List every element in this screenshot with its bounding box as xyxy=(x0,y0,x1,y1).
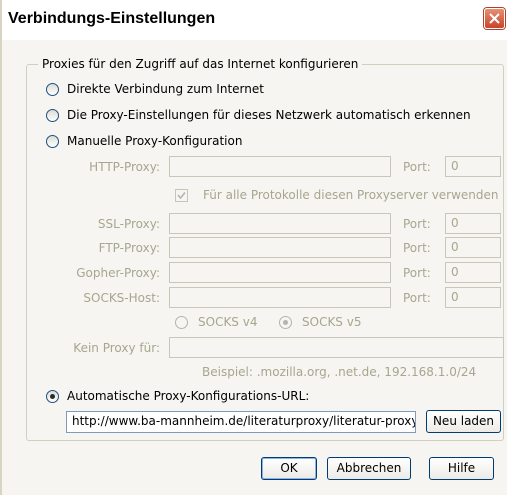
auto-config-url-radio[interactable] xyxy=(46,390,59,403)
title-bar: Verbindungs-Einstellungen xyxy=(2,0,507,40)
ftp-proxy-input[interactable] xyxy=(169,237,391,258)
no-proxy-input[interactable] xyxy=(169,337,504,358)
gopher-proxy-input[interactable] xyxy=(169,262,391,283)
proxy-group-legend: Proxies für den Zugriff auf das Internet… xyxy=(38,57,363,71)
gopher-port-input[interactable]: 0 xyxy=(445,262,501,283)
dialog-title: Verbindungs-Einstellungen xyxy=(8,10,216,27)
ftp-port-label: Port: xyxy=(403,241,431,255)
http-proxy-label: HTTP-Proxy: xyxy=(89,160,160,174)
http-port-label: Port: xyxy=(403,160,431,174)
socks-v4-radio[interactable] xyxy=(175,316,188,329)
socks-v4-label[interactable]: SOCKS v4 xyxy=(198,315,257,329)
auto-detect-label[interactable]: Die Proxy-Einstellungen für dieses Netzw… xyxy=(67,108,471,122)
reload-button[interactable]: Neu laden xyxy=(426,410,501,433)
manual-config-radio[interactable] xyxy=(46,135,59,148)
ftp-port-input[interactable]: 0 xyxy=(445,237,501,258)
socks-host-input[interactable] xyxy=(169,287,391,308)
http-proxy-input[interactable] xyxy=(169,156,391,177)
ssl-proxy-label: SSL-Proxy: xyxy=(97,217,160,231)
auto-config-url-label[interactable]: Automatische Proxy-Konfigurations-URL: xyxy=(67,389,309,403)
socks-v5-radio[interactable] xyxy=(279,316,292,329)
socks-v5-selected-dot xyxy=(283,320,288,325)
socks-port-label: Port: xyxy=(403,291,431,305)
no-proxy-example: Beispiel: .mozilla.org, .net.de, 192.168… xyxy=(202,365,477,379)
auto-detect-radio[interactable] xyxy=(46,109,59,122)
ftp-proxy-label: FTP-Proxy: xyxy=(98,241,160,255)
same-proxy-checkbox[interactable] xyxy=(175,189,188,202)
direct-connection-label[interactable]: Direkte Verbindung zum Internet xyxy=(67,82,264,96)
gopher-proxy-label: Gopher-Proxy: xyxy=(76,266,160,280)
ssl-proxy-input[interactable] xyxy=(169,213,391,234)
checkmark-icon xyxy=(177,191,186,200)
socks-port-input[interactable]: 0 xyxy=(445,287,501,308)
ssl-port-label: Port: xyxy=(403,217,431,231)
connection-settings-dialog: Verbindungs-Einstellungen Proxies für de… xyxy=(0,0,507,495)
close-button[interactable] xyxy=(484,8,505,29)
gopher-port-label: Port: xyxy=(403,266,431,280)
http-port-input[interactable]: 0 xyxy=(445,156,501,177)
help-button[interactable]: Hilfe xyxy=(429,457,494,480)
auto-config-selected-dot xyxy=(50,394,55,399)
close-icon xyxy=(489,13,500,24)
no-proxy-label: Kein Proxy für: xyxy=(73,341,160,355)
ssl-port-input[interactable]: 0 xyxy=(445,213,501,234)
cancel-button[interactable]: Abbrechen xyxy=(327,457,411,480)
ok-button[interactable]: OK xyxy=(261,457,317,480)
dialog-body: Proxies für den Zugriff auf das Internet… xyxy=(2,40,507,495)
socks-v5-label[interactable]: SOCKS v5 xyxy=(302,315,361,329)
same-proxy-label[interactable]: Für alle Protokolle diesen Proxyserver v… xyxy=(203,188,499,202)
auto-config-url-input[interactable]: http://www.ba-mannheim.de/literaturproxy… xyxy=(66,411,416,433)
manual-config-label[interactable]: Manuelle Proxy-Konfiguration xyxy=(67,134,242,148)
direct-connection-radio[interactable] xyxy=(46,83,59,96)
socks-host-label: SOCKS-Host: xyxy=(83,291,160,305)
